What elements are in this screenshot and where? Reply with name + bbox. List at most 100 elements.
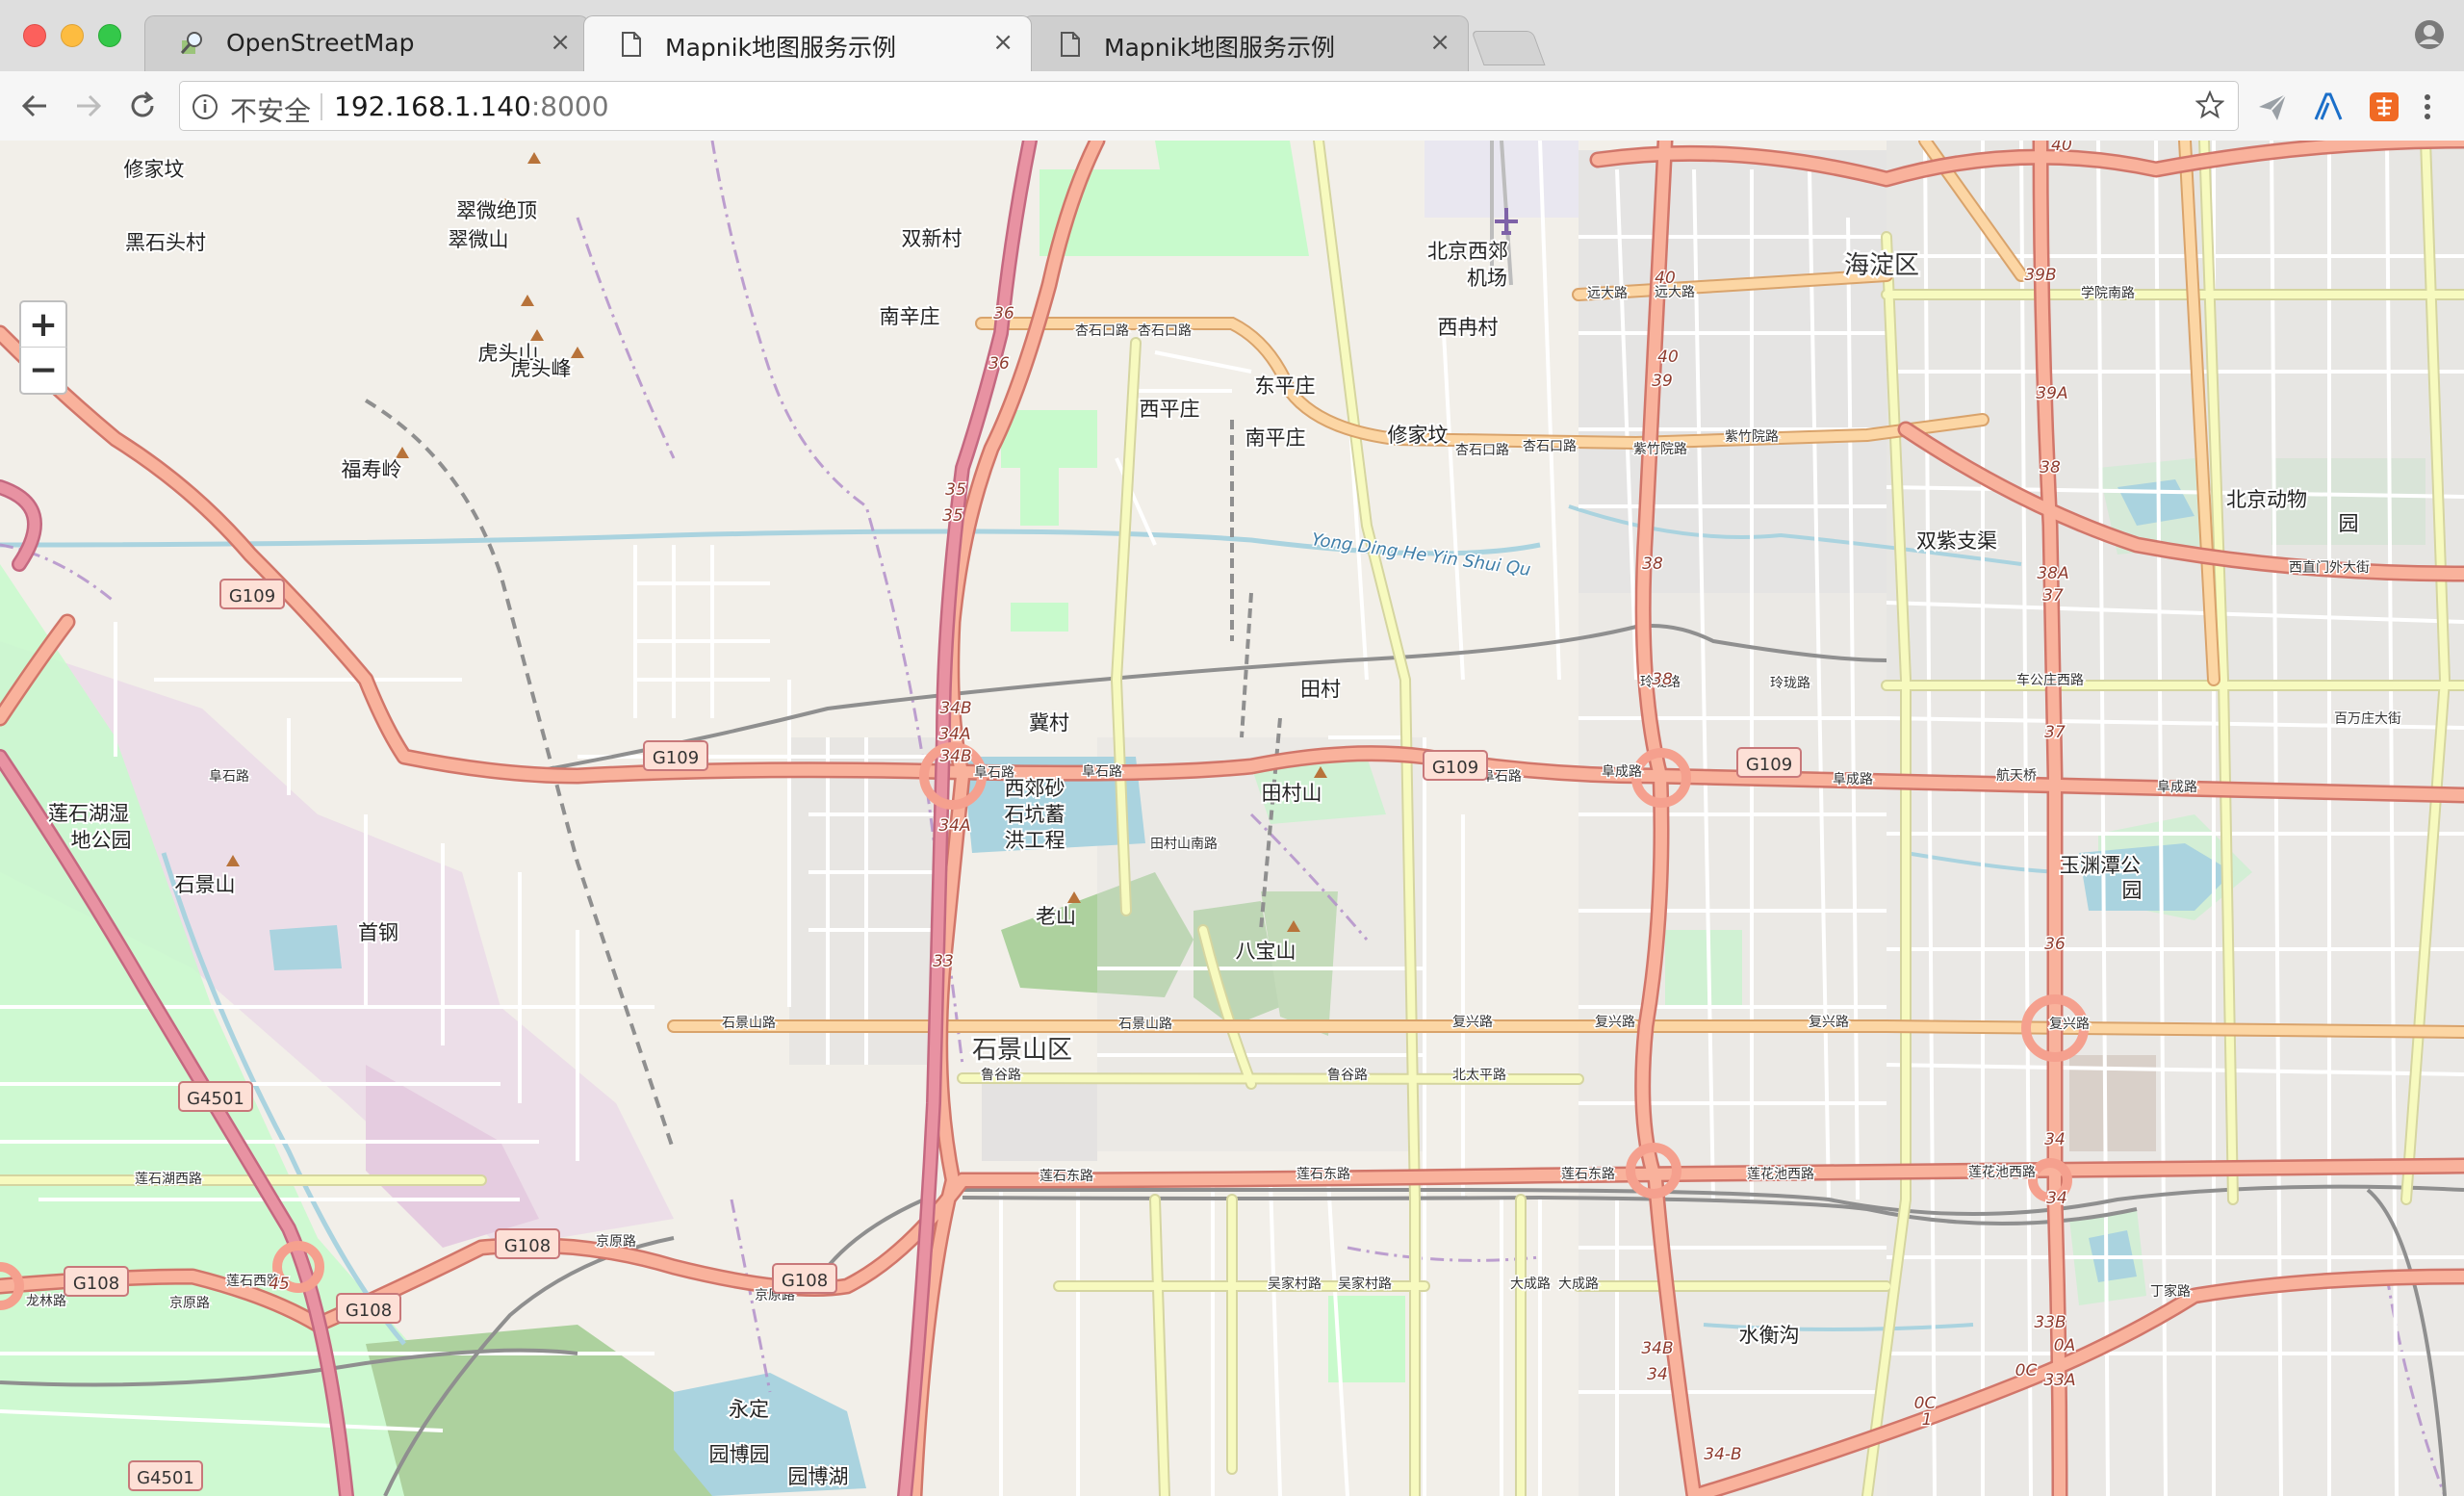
- route-ref-label: 33: [933, 952, 954, 971]
- place-label: 永定: [729, 1398, 769, 1421]
- road-name-label: 大成路: [1510, 1277, 1551, 1292]
- map-canvas[interactable]: 杏石口路 杏石口路 杏石口路 杏石口路 远大路 远大路 紫竹院路 紫竹院路 阜石路 阜石路 阜石路阜…: [0, 141, 2464, 1496]
- road-name-label: 阜成路: [1602, 763, 1642, 780]
- route-ref-label: 36: [988, 354, 1010, 374]
- place-label: 虎头峰: [511, 357, 572, 380]
- place-label: 西平庄: [1140, 398, 1200, 421]
- tab-title: Mapnik地图服务示例: [1104, 34, 1336, 62]
- place-label: 八宝山: [1236, 940, 1296, 963]
- road-name-label: 石景山路: [722, 1016, 776, 1031]
- place-label: 莲石湖湿: [48, 802, 129, 825]
- route-shield-label: G109: [1432, 758, 1478, 778]
- route-ref-label: 34A: [938, 816, 970, 836]
- road-name-label: 复兴路: [1809, 1014, 1849, 1030]
- road-name-label: 西直门外大街: [2289, 559, 2370, 576]
- place-label: 北京动物: [2226, 488, 2307, 511]
- route-ref-label: 38: [1642, 555, 1663, 574]
- tab-openstreetmap[interactable]: OpenStreetMap ×: [144, 15, 589, 71]
- route-shield-label: G108: [346, 1301, 392, 1321]
- road-name-label: 杏石口路: [1523, 439, 1577, 454]
- route-ref-label: 35: [945, 480, 966, 500]
- route-shield-label: G4501: [187, 1089, 244, 1109]
- road-name-label: 京原路: [596, 1234, 636, 1250]
- place-label: 翠微山: [449, 228, 509, 251]
- minimize-window-button[interactable]: [61, 24, 84, 47]
- road-name-label: 百万庄大街: [2334, 710, 2401, 727]
- road-name-label: 莲花池西路: [1968, 1165, 2036, 1180]
- route-ref-label: 45: [269, 1275, 290, 1294]
- forward-arrow-icon[interactable]: [71, 89, 106, 123]
- place-label: 机场: [1467, 267, 1507, 290]
- place-label: 石景山: [175, 873, 236, 896]
- place-label: 修家坟: [124, 158, 185, 181]
- tab-mapnik-2[interactable]: Mapnik地图服务示例 ×: [1022, 15, 1469, 71]
- place-label: 老山: [1036, 905, 1076, 928]
- tab-close-icon[interactable]: ×: [550, 28, 571, 57]
- place-label: 石坑蓄: [1005, 803, 1065, 826]
- route-ref-label: 37: [2042, 586, 2064, 606]
- route-shield-label: G4501: [137, 1468, 194, 1488]
- road-name-label: 航天桥: [1996, 768, 2037, 784]
- route-ref-label: 34B: [1641, 1339, 1673, 1358]
- info-icon[interactable]: [192, 93, 218, 120]
- translate-extension-icon[interactable]: [2368, 90, 2400, 123]
- route-shield-label: G108: [782, 1271, 828, 1291]
- road-name-label: 田村山南路: [1150, 837, 1218, 852]
- menu-kebab-icon[interactable]: [2418, 90, 2437, 123]
- road-name-label: 阜成路: [1833, 771, 1873, 787]
- profile-icon[interactable]: [2414, 19, 2445, 50]
- zoom-out-button[interactable]: −: [19, 347, 67, 395]
- close-window-button[interactable]: [23, 24, 46, 47]
- route-ref-label: 36: [993, 304, 1014, 323]
- road-name-label: 复兴路: [1452, 1014, 1493, 1030]
- route-ref-label: 39A: [2036, 384, 2067, 403]
- reload-icon[interactable]: [125, 89, 160, 123]
- tab-title: Mapnik地图服务示例: [665, 34, 897, 62]
- road-name-label: 吴家村路: [1338, 1276, 1392, 1292]
- route-ref-label: 39: [1652, 372, 1673, 391]
- road-name-label: 莲花池西路: [1747, 1167, 1814, 1182]
- place-label: 南平庄: [1245, 426, 1306, 450]
- paper-plane-extension-icon[interactable]: [2256, 90, 2289, 123]
- lambda-extension-icon[interactable]: [2312, 90, 2345, 123]
- road-name-label: 玲珑路: [1770, 676, 1810, 691]
- zoom-in-button[interactable]: +: [19, 300, 67, 348]
- place-label: 东平庄: [1255, 374, 1316, 398]
- browser-chrome: OpenStreetMap × Mapnik地图服务示例 × Mapnik地图服…: [0, 0, 2464, 141]
- route-ref-label: 40: [1655, 269, 1676, 288]
- route-ref-label: 34A: [938, 725, 970, 744]
- place-label: 玉渊潭公: [2060, 854, 2141, 877]
- road-name-label: 杏石口路: [1138, 323, 1192, 339]
- url-text[interactable]: 192.168.1.140:8000: [334, 90, 609, 122]
- route-shield-label: G108: [73, 1274, 119, 1294]
- place-label: 园博湖: [788, 1465, 849, 1488]
- road-name-label: 莲石东路: [1561, 1167, 1615, 1182]
- place-label: 园: [2339, 512, 2359, 535]
- place-label: 田村: [1300, 678, 1341, 701]
- road-name-label: 莲石湖西路: [135, 1172, 202, 1187]
- address-bar[interactable]: 不安全 192.168.1.140:8000: [179, 81, 2239, 131]
- zoom-window-button[interactable]: [98, 24, 121, 47]
- road-name-label: 复兴路: [2049, 1016, 2090, 1032]
- route-ref-label: 34-B: [1704, 1445, 1741, 1464]
- road-name-label: 大成路: [1558, 1277, 1599, 1292]
- road-name-label: 莲石东路: [1040, 1169, 1093, 1184]
- road-name-label: 杏石口路: [1075, 323, 1129, 339]
- bookmark-star-icon[interactable]: [2195, 90, 2224, 119]
- back-arrow-icon[interactable]: [17, 89, 52, 123]
- address-separator: [321, 93, 322, 120]
- place-label: 水衡沟: [1739, 1324, 1800, 1347]
- tab-close-icon[interactable]: ×: [1429, 28, 1450, 57]
- browser-toolbar: 不安全 192.168.1.140:8000: [0, 71, 2464, 141]
- route-ref-label: 34B: [939, 747, 971, 766]
- road-name-label: 复兴路: [1595, 1014, 1635, 1030]
- road-name-label: 学院南路: [2081, 286, 2135, 301]
- road-name-label: 紫竹院路: [1633, 442, 1687, 457]
- place-label: 西冉村: [1438, 316, 1499, 339]
- security-label: 不安全: [230, 95, 312, 127]
- new-tab-button[interactable]: [1471, 31, 1546, 65]
- road-name-label: 阜石路: [1082, 763, 1122, 780]
- tab-mapnik-1[interactable]: Mapnik地图服务示例 ×: [583, 15, 1032, 71]
- map-tiles: 杏石口路 杏石口路杏石口路 杏石口路远大路 远大路紫竹院路紫竹院路阜石路 阜石路 阜石路阜…: [0, 141, 2464, 1496]
- tab-close-icon[interactable]: ×: [992, 28, 1014, 57]
